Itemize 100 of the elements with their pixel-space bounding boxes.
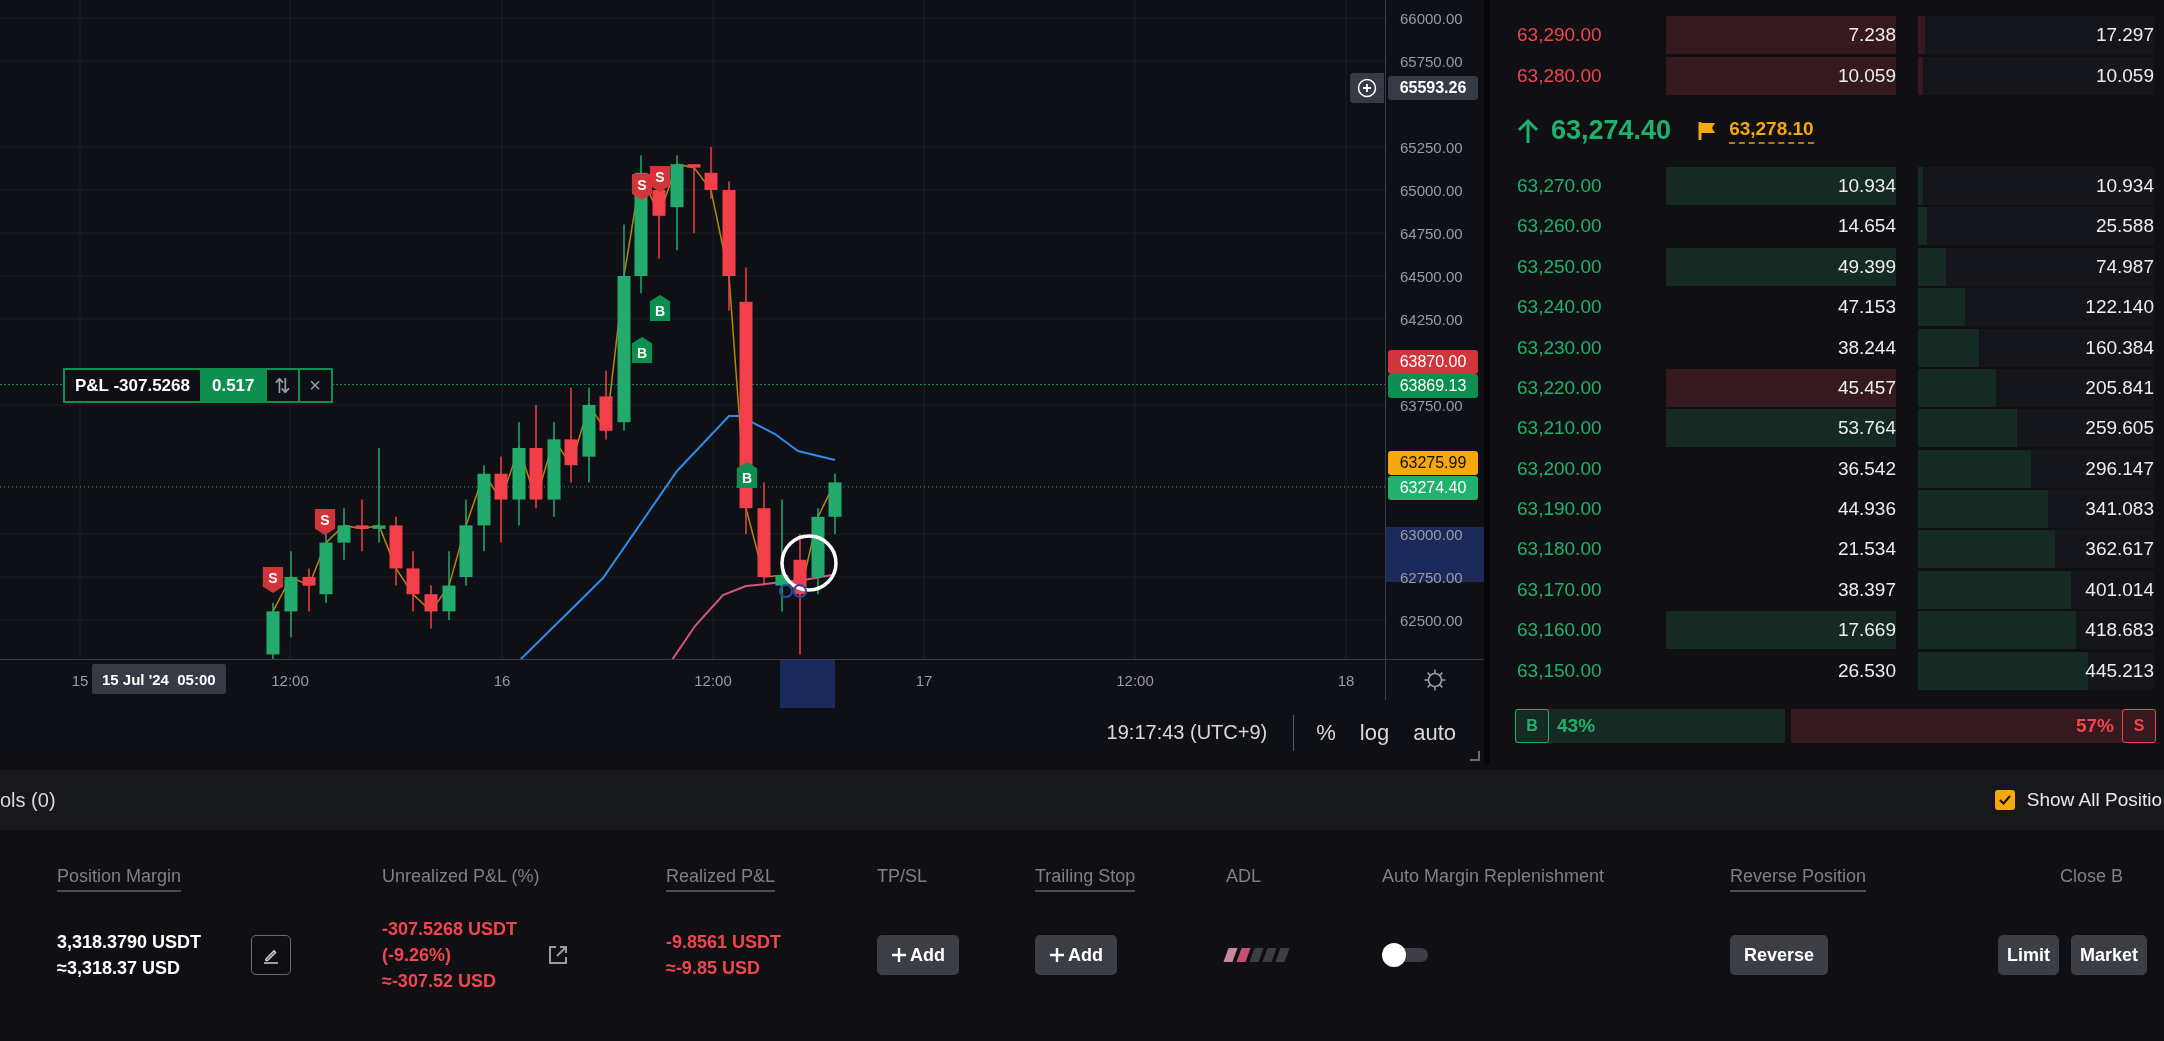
flag-icon (1697, 120, 1718, 141)
candlestick (828, 473, 842, 535)
order-size: 17.669 (1666, 611, 1896, 650)
range-highlight (780, 660, 835, 708)
order-total: 74.987 (2095, 255, 2154, 278)
unrealized-pnl: -307.5268 USDT (-9.26%) ≈-307.52 USD (382, 918, 518, 993)
order-price[interactable]: 63,250.00 (1517, 255, 1657, 278)
order-size: 36.542 (1836, 456, 1896, 481)
add-trailing-stop-button[interactable]: Add (1035, 935, 1117, 975)
order-price[interactable]: 63,280.00 (1517, 64, 1657, 87)
price-tag: 65593.26 (1388, 76, 1478, 100)
buy-badge: B (1515, 708, 1549, 743)
order-total: 418.683 (2085, 619, 2154, 642)
order-size: 10.934 (1666, 166, 1896, 205)
column-header: Trailing Stop (1035, 866, 1136, 892)
order-size: 47.153 (1836, 295, 1896, 320)
close-button[interactable]: Limit (1998, 935, 2059, 975)
order-total: 17.297 (2095, 24, 2154, 47)
order-price[interactable]: 63,260.00 (1517, 215, 1657, 238)
checkbox[interactable] (1994, 790, 2015, 810)
order-total: 160.384 (2085, 336, 2154, 359)
order-price[interactable]: 63,220.00 (1517, 376, 1657, 399)
trade-marker: S (631, 174, 653, 200)
plus-icon (1049, 947, 1065, 963)
order-size: 38.397 (1836, 577, 1896, 602)
order-price[interactable]: 63,160.00 (1517, 619, 1657, 642)
order-price[interactable]: 63,270.00 (1517, 174, 1657, 197)
price-tick: 64750.00 (1400, 224, 1463, 242)
candlestick (389, 516, 403, 587)
trade-marker: S (314, 509, 336, 535)
trade-marker: S (649, 166, 671, 192)
candlestick (406, 550, 420, 613)
mark-price[interactable]: 63,278.10 (1729, 117, 1814, 144)
order-total: 445.213 (2085, 659, 2154, 682)
order-price[interactable]: 63,190.00 (1517, 498, 1657, 521)
order-total: 10.934 (2095, 174, 2154, 197)
scale-button[interactable]: auto (1411, 719, 1458, 746)
price-tick: 63000.00 (1400, 525, 1463, 543)
current-time: 19:17:43 (UTC+9) (1106, 721, 1268, 744)
order-total: 296.147 (2085, 457, 2154, 480)
circle-annotation (780, 534, 838, 592)
share-button[interactable] (547, 944, 570, 966)
reverse-button[interactable]: Reverse (1730, 935, 1829, 975)
edit-button[interactable] (251, 935, 292, 975)
last-price: 63,274.40 (1551, 115, 1672, 147)
settings-icon[interactable] (1423, 668, 1447, 692)
order-size: 7.238 (1666, 16, 1896, 55)
resize-handle-icon[interactable] (1470, 751, 1480, 761)
price-tag: 63870.00 (1388, 350, 1478, 374)
plus-icon (1357, 78, 1377, 98)
add-tp-sl-button[interactable]: Add (877, 935, 959, 975)
candlestick (687, 163, 701, 234)
close-button[interactable]: Market (2071, 935, 2148, 975)
buy-percentage: 43% (1557, 714, 1596, 737)
price-tick: 66000.00 (1400, 9, 1463, 27)
order-size: 14.654 (1836, 214, 1896, 239)
candlestick (704, 146, 718, 200)
trade-marker: B (649, 295, 671, 321)
order-size: 49.399 (1666, 247, 1896, 286)
add-order-button[interactable] (1350, 73, 1384, 103)
candlestick (319, 533, 333, 604)
price-tick: 64250.00 (1400, 310, 1463, 328)
checkbox-label: Show All Positio (2026, 789, 2162, 811)
order-total: 341.083 (2085, 498, 2154, 521)
trade-marker: B (631, 337, 653, 363)
order-total: 122.140 (2085, 296, 2154, 319)
order-size: 21.534 (1836, 537, 1896, 562)
toggle-switch[interactable] (1382, 943, 1428, 967)
candlestick (266, 602, 280, 659)
position-margin: 3,318.3790 USDT ≈3,318.37 USD (57, 931, 202, 980)
order-price[interactable]: 63,210.00 (1517, 417, 1657, 440)
order-price[interactable]: 63,290.00 (1517, 24, 1657, 47)
scale-button[interactable]: % (1314, 719, 1338, 746)
column-header: Close B (2060, 866, 2124, 888)
price-tick: 65750.00 (1400, 52, 1463, 70)
order-price[interactable]: 63,150.00 (1517, 659, 1657, 682)
order-price[interactable]: 63,180.00 (1517, 538, 1657, 561)
candlestick (302, 567, 316, 613)
order-price[interactable]: 63,170.00 (1517, 578, 1657, 601)
time-tick: 12:00 (271, 671, 309, 689)
column-header: Realized P&L (666, 866, 776, 892)
column-header: Auto Margin Replenishment (1382, 866, 1605, 888)
order-size: 10.059 (1666, 56, 1896, 95)
show-all-checkbox[interactable]: Show All Positio (1994, 789, 2164, 811)
order-price[interactable]: 63,230.00 (1517, 336, 1657, 359)
price-tag: 63274.40 (1388, 476, 1478, 500)
order-size: 26.530 (1836, 658, 1896, 683)
trade-marker: S (262, 567, 284, 593)
candlestick (355, 498, 369, 552)
time-tick: 12:00 (694, 671, 732, 689)
order-total: 205.841 (2085, 376, 2154, 399)
scale-button[interactable]: log (1357, 719, 1392, 746)
candlestick (599, 369, 613, 441)
order-price[interactable]: 63,240.00 (1517, 296, 1657, 319)
order-price[interactable]: 63,200.00 (1517, 457, 1657, 480)
plus-icon (891, 947, 907, 963)
column-header: ADL (1226, 866, 1261, 888)
tab-label[interactable]: ols (0) (0, 788, 56, 812)
time-tick: 17 (915, 671, 933, 689)
price-tick: 65000.00 (1400, 181, 1463, 199)
